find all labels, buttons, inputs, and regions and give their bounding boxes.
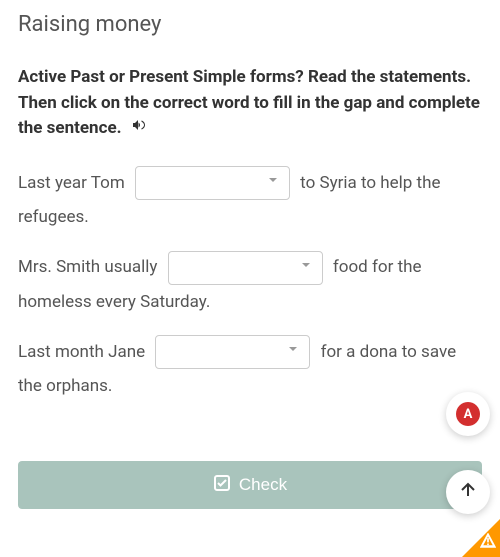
verb-select-3[interactable]	[155, 335, 310, 369]
verb-select-2[interactable]	[168, 251, 323, 285]
instruction-content: Active Past or Present Simple forms? Rea…	[18, 67, 480, 138]
check-button-label: Check	[239, 475, 287, 495]
chevron-down-icon	[265, 166, 281, 200]
sentence-text: Mrs. Smith usually	[18, 257, 157, 277]
translate-badge[interactable]: A	[446, 392, 490, 436]
check-button[interactable]: Check	[18, 461, 482, 509]
instruction-text: Active Past or Present Simple forms? Rea…	[18, 65, 482, 142]
page-title: Raising money	[18, 12, 482, 37]
verb-select-1[interactable]	[135, 166, 290, 200]
sentence-text: Last month Jane	[18, 342, 145, 362]
warning-corner[interactable]	[462, 519, 500, 557]
translate-badge-letter: A	[456, 402, 480, 426]
sentence-3: Last month Jane for a dona to save the o…	[18, 335, 482, 404]
chevron-down-icon	[285, 335, 301, 369]
warning-icon	[480, 533, 496, 553]
sentence-text: for a dona	[321, 342, 398, 362]
sentence-2: Mrs. Smith usually food for the homeless…	[18, 250, 482, 319]
sentence-text: Last year Tom	[18, 173, 125, 193]
chevron-down-icon	[298, 251, 314, 285]
sentence-1: Last year Tom to Syria to help the refug…	[18, 166, 482, 235]
check-icon	[213, 474, 231, 497]
scroll-top-button[interactable]	[446, 470, 490, 514]
arrow-up-icon	[458, 480, 478, 504]
audio-icon[interactable]	[130, 116, 146, 142]
